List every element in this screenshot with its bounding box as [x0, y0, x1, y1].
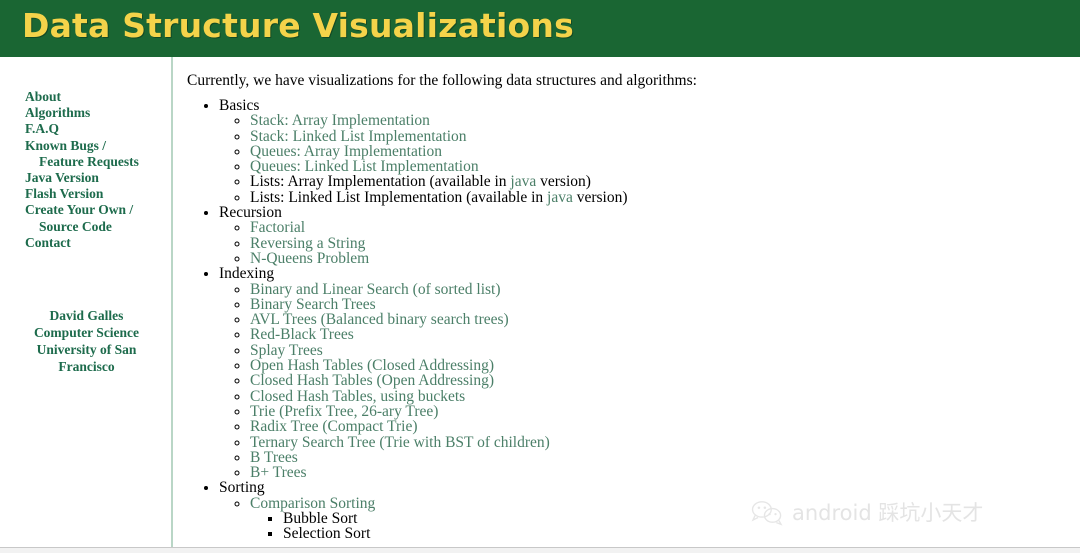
list-item: Stack: Array Implementation	[250, 113, 628, 129]
sidebar-item-f-a-q[interactable]: F.A.Q	[25, 121, 165, 137]
sidebar-nav: About Algorithms F.A.Q Known Bugs / Feature …	[25, 89, 165, 251]
list-item: Radix Tree (Compact Trie)	[250, 419, 628, 435]
list-item: Queues: Array Implementation	[250, 144, 628, 160]
header-banner: Data Structure Visualizations	[0, 0, 1080, 57]
main-content: Currently, we have visualizations for th…	[175, 57, 1080, 547]
list-item: Splay Trees	[250, 343, 628, 359]
section-items: FactorialReversing a StringN-Queens Prob…	[219, 220, 628, 266]
list-item: Closed Hash Tables (Open Addressing)	[250, 373, 628, 389]
list-item: Bubble Sort	[283, 511, 628, 527]
text-suffix: version)	[572, 188, 628, 206]
list-item: Lists: Array Implementation (available i…	[250, 174, 628, 190]
section-items: Stack: Array ImplementationStack: Linked…	[219, 113, 628, 205]
text-prefix: Lists: Linked List Implementation (avail…	[250, 188, 548, 206]
link-java-version[interactable]: java	[547, 189, 573, 206]
bottom-strip	[0, 548, 1080, 553]
list-item: B Trees	[250, 450, 628, 466]
sidebar-item-known-bugs[interactable]: Known Bugs /	[25, 138, 165, 154]
section-indexing: IndexingBinary and Linear Search (of sor…	[219, 266, 628, 480]
page-title: Data Structure Visualizations	[22, 6, 574, 45]
sidebar-item-algorithms[interactable]: Algorithms	[25, 105, 165, 121]
sidebar-item-source-code[interactable]: Source Code	[25, 219, 165, 235]
list-item: Closed Hash Tables, using buckets	[250, 388, 628, 404]
sidebar: About Algorithms F.A.Q Known Bugs / Feature …	[0, 57, 173, 547]
sidebar-item-about[interactable]: About	[25, 89, 165, 105]
sidebar-item-feature-requests[interactable]: Feature Requests	[25, 154, 165, 170]
section-sorting: SortingComparison SortingBubble SortSele…	[219, 480, 628, 541]
sidebar-item-create-your-own[interactable]: Create Your Own /	[25, 202, 165, 218]
list-item: Comparison SortingBubble SortSelection S…	[250, 495, 628, 542]
list-item: N-Queens Problem	[250, 251, 628, 267]
list-item: AVL Trees (Balanced binary search trees)	[250, 312, 628, 328]
list-item: Reversing a String	[250, 235, 628, 251]
section-items: Comparison SortingBubble SortSelection S…	[219, 495, 628, 542]
structure-list: BasicsStack: Array ImplementationStack: …	[187, 98, 628, 542]
author-line: Francisco	[58, 359, 115, 374]
author-line: Computer Science	[33, 325, 140, 340]
sidebar-item-contact[interactable]: Contact	[25, 235, 165, 251]
text-selection-sort: Selection Sort	[283, 525, 371, 543]
author-line: University of San	[36, 342, 137, 357]
list-item: Binary and Linear Search (of sorted list…	[250, 281, 628, 297]
list-item: Stack: Linked List Implementation	[250, 128, 628, 144]
section-items: Binary and Linear Search (of sorted list…	[219, 281, 628, 481]
list-item: B+ Trees	[250, 465, 628, 481]
list-item: Lists: Linked List Implementation (avail…	[250, 188, 628, 206]
list-item: Ternary Search Tree (Trie with BST of ch…	[250, 434, 628, 450]
list-item: Queues: Linked List Implementation	[250, 159, 628, 175]
section-recursion: RecursionFactorialReversing a StringN-Qu…	[219, 205, 628, 266]
section-basics: BasicsStack: Array ImplementationStack: …	[219, 98, 628, 205]
list-item: Red-Black Trees	[250, 327, 628, 343]
sub-list: Bubble SortSelection Sort	[250, 511, 628, 542]
sidebar-item-java-version[interactable]: Java Version	[25, 170, 165, 186]
author-block: David Galles Computer Science University o…	[4, 307, 169, 375]
list-item: Trie (Prefix Tree, 26-ary Tree)	[250, 404, 628, 420]
list-item: Open Hash Tables (Closed Addressing)	[250, 358, 628, 374]
author-line: David Galles	[49, 308, 124, 323]
sidebar-item-flash-version[interactable]: Flash Version	[25, 186, 165, 202]
list-item: Factorial	[250, 220, 628, 236]
list-item: Binary Search Trees	[250, 297, 628, 313]
list-item: Selection Sort	[283, 525, 628, 543]
intro-paragraph: Currently, we have visualizations for th…	[187, 72, 697, 89]
